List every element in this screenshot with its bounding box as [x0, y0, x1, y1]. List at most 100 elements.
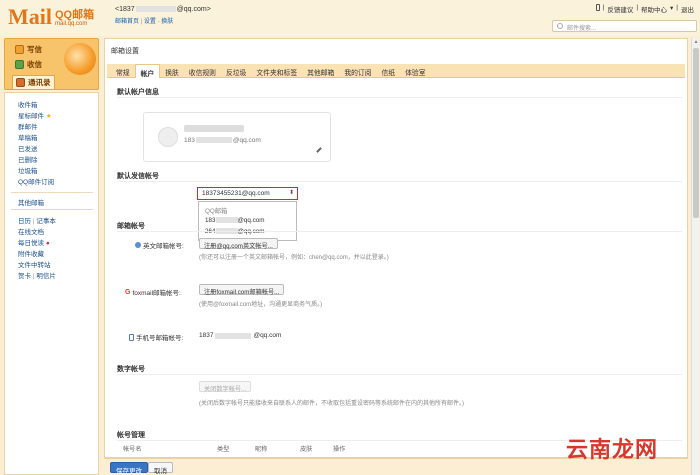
compose-panel: 写信 收信 通讯录 [4, 38, 99, 90]
folder-deleted[interactable]: 已删除 [18, 154, 38, 164]
nav-skin-link[interactable]: 换肤 [161, 19, 173, 25]
search-input[interactable]: 邮件搜索... [552, 20, 697, 32]
search-icon [557, 23, 563, 29]
compose-button[interactable]: 写信 [15, 44, 42, 55]
star-icon: ★ [45, 113, 52, 120]
tab-general[interactable]: 常规 [111, 64, 135, 78]
save-button[interactable]: 保存更改 [110, 462, 148, 475]
inbox-icon [15, 60, 24, 69]
option-suffix: @qq.com [237, 217, 265, 224]
divider [117, 374, 682, 375]
table-header-type: 类型 [217, 446, 230, 453]
sender-select[interactable]: 18373455231@qq.com ⬍ [197, 187, 298, 200]
tab-other-mailboxes[interactable]: 其他邮箱 [302, 64, 339, 78]
header-nav: 邮箱首页 | 设置 - 换肤 [115, 16, 173, 25]
tool-separator: | [32, 273, 35, 280]
settings-tabs: 常规 帐户 换肤 收信规则 反垃圾 文件夹和标签 其他邮箱 我的订阅 信纸 体验… [107, 64, 685, 78]
folder-drafts[interactable]: 草稿箱 [18, 132, 38, 142]
foxmail-label-text: foxmail邮箱帐号: [132, 290, 181, 297]
tab-antispam[interactable]: 反垃圾 [221, 64, 251, 78]
globe-icon [135, 242, 141, 248]
number-hint: (关闭后数字帐号只能接收来自联系人的邮件，不收取包括重设密码等系统邮件在内的其他… [199, 401, 464, 407]
calendar-link[interactable]: 日历 [18, 218, 31, 225]
tab-subscriptions[interactable]: 我的订阅 [339, 64, 376, 78]
table-header-skin: 皮肤 [300, 446, 313, 453]
sender-selected: 18373455231@qq.com [202, 190, 270, 197]
mobile-label-text: 手机号邮箱帐号: [136, 335, 184, 342]
register-english-button[interactable]: 注册@qq.com英文帐号... [199, 238, 278, 250]
section-number-account: 数字帐号 [117, 366, 145, 373]
scroll-up-icon[interactable]: ▴ [692, 38, 700, 46]
logout-link[interactable]: 退出 [681, 4, 694, 14]
edit-icon[interactable] [316, 147, 322, 153]
postcard-link[interactable]: 明信片 [36, 273, 56, 280]
folder-subscriptions[interactable]: QQ邮件订阅 [18, 176, 54, 186]
register-foxmail-button[interactable]: 注册foxmail.com邮箱帐号... [199, 284, 285, 296]
qq-mail-logo[interactable]: Mail QQ邮箱 mail.qq.com [8, 4, 94, 28]
other-mailboxes[interactable]: 其他邮箱 [18, 197, 44, 207]
tool-docs[interactable]: 在线文档 [18, 226, 44, 236]
tab-stationery[interactable]: 信纸 [377, 64, 401, 78]
scrollbar[interactable]: ▴ [691, 38, 699, 475]
daily-read-label: 每日悦读 [18, 240, 44, 247]
logo-qq-text: QQ邮箱 [55, 9, 95, 21]
tab-account[interactable]: 帐户 [134, 64, 161, 78]
notes-link[interactable]: 记事本 [36, 218, 56, 225]
avatar[interactable] [158, 127, 178, 147]
nav-home-link[interactable]: 邮箱首页 [115, 19, 139, 25]
folder-sent[interactable]: 已发送 [18, 143, 38, 153]
close-number-account-button[interactable]: 关闭数字帐号... [199, 381, 252, 393]
feedback-link[interactable]: 反馈建议 [607, 4, 633, 14]
scroll-thumb[interactable] [693, 48, 699, 218]
table-header-nickname: 昵称 [255, 446, 268, 453]
chevron-down-icon[interactable]: ▾ [670, 4, 673, 14]
top-link-sep: | [602, 4, 605, 11]
tool-file-transfer[interactable]: 文件中转站 [18, 259, 51, 269]
tab-lab[interactable]: 体验室 [400, 64, 430, 78]
tab-skin[interactable]: 换肤 [160, 64, 184, 78]
user-email-suffix: @qq.com> [176, 6, 211, 13]
tool-separator: | [32, 218, 35, 225]
folder-inbox[interactable]: 收件箱 [18, 99, 38, 109]
dropdown-group-header: QQ邮箱 [205, 208, 228, 215]
contacts-label: 通讯录 [28, 78, 51, 87]
tab-folders[interactable]: 文件夹和标签 [251, 64, 302, 78]
folder-spam[interactable]: 垃圾箱 [18, 165, 38, 175]
blurred-text [195, 137, 232, 144]
blurred-text [215, 332, 252, 339]
greeting-card-link[interactable]: 贺卡 [18, 273, 31, 280]
phone-icon [129, 333, 134, 341]
folder-starred-label: 星标邮件 [18, 113, 44, 120]
dropdown-option[interactable]: 183 @qq.com [205, 217, 265, 224]
tool-attachments[interactable]: 附件收藏 [18, 248, 44, 258]
cancel-button[interactable]: 取消 [148, 462, 173, 475]
phone-icon [595, 4, 600, 11]
orange-decoration-icon [64, 43, 96, 75]
section-default-sender: 默认发信帐号 [117, 173, 159, 180]
user-email-prefix: <1837 [115, 6, 135, 13]
account-email-prefix: 183 [184, 137, 195, 144]
page-title: 邮箱设置 [111, 48, 139, 55]
tool-cards: 贺卡 | 明信片 [18, 270, 56, 280]
divider [117, 97, 682, 98]
tool-daily-read[interactable]: 每日悦读 ● [18, 237, 50, 247]
divider [11, 209, 93, 210]
inbox-label: 收信 [27, 60, 42, 69]
watermark: 云南龙网 [566, 437, 659, 462]
section-account-management: 帐号管理 [117, 432, 145, 439]
pencil-icon [15, 45, 24, 54]
search-placeholder: 邮件搜索... [567, 26, 597, 32]
folder-group[interactable]: 群邮件 [18, 121, 38, 131]
english-account-label: 英文邮箱帐号: [135, 240, 184, 250]
help-link[interactable]: 帮助中心 [641, 4, 667, 14]
tab-rules[interactable]: 收信规则 [184, 64, 221, 78]
account-email-suffix: @qq.com [232, 137, 261, 144]
inbox-button[interactable]: 收信 [15, 59, 42, 70]
new-dot-icon: ● [45, 240, 50, 247]
mobile-value-prefix: 1837 [199, 332, 214, 339]
foxmail-account-label: Gfoxmail邮箱帐号: [125, 287, 181, 298]
folder-starred[interactable]: 星标邮件 ★ [18, 110, 52, 120]
nav-settings-link[interactable]: 设置 [144, 19, 156, 25]
blurred-text [215, 217, 238, 224]
contacts-button[interactable]: 通讯录 [12, 75, 55, 90]
